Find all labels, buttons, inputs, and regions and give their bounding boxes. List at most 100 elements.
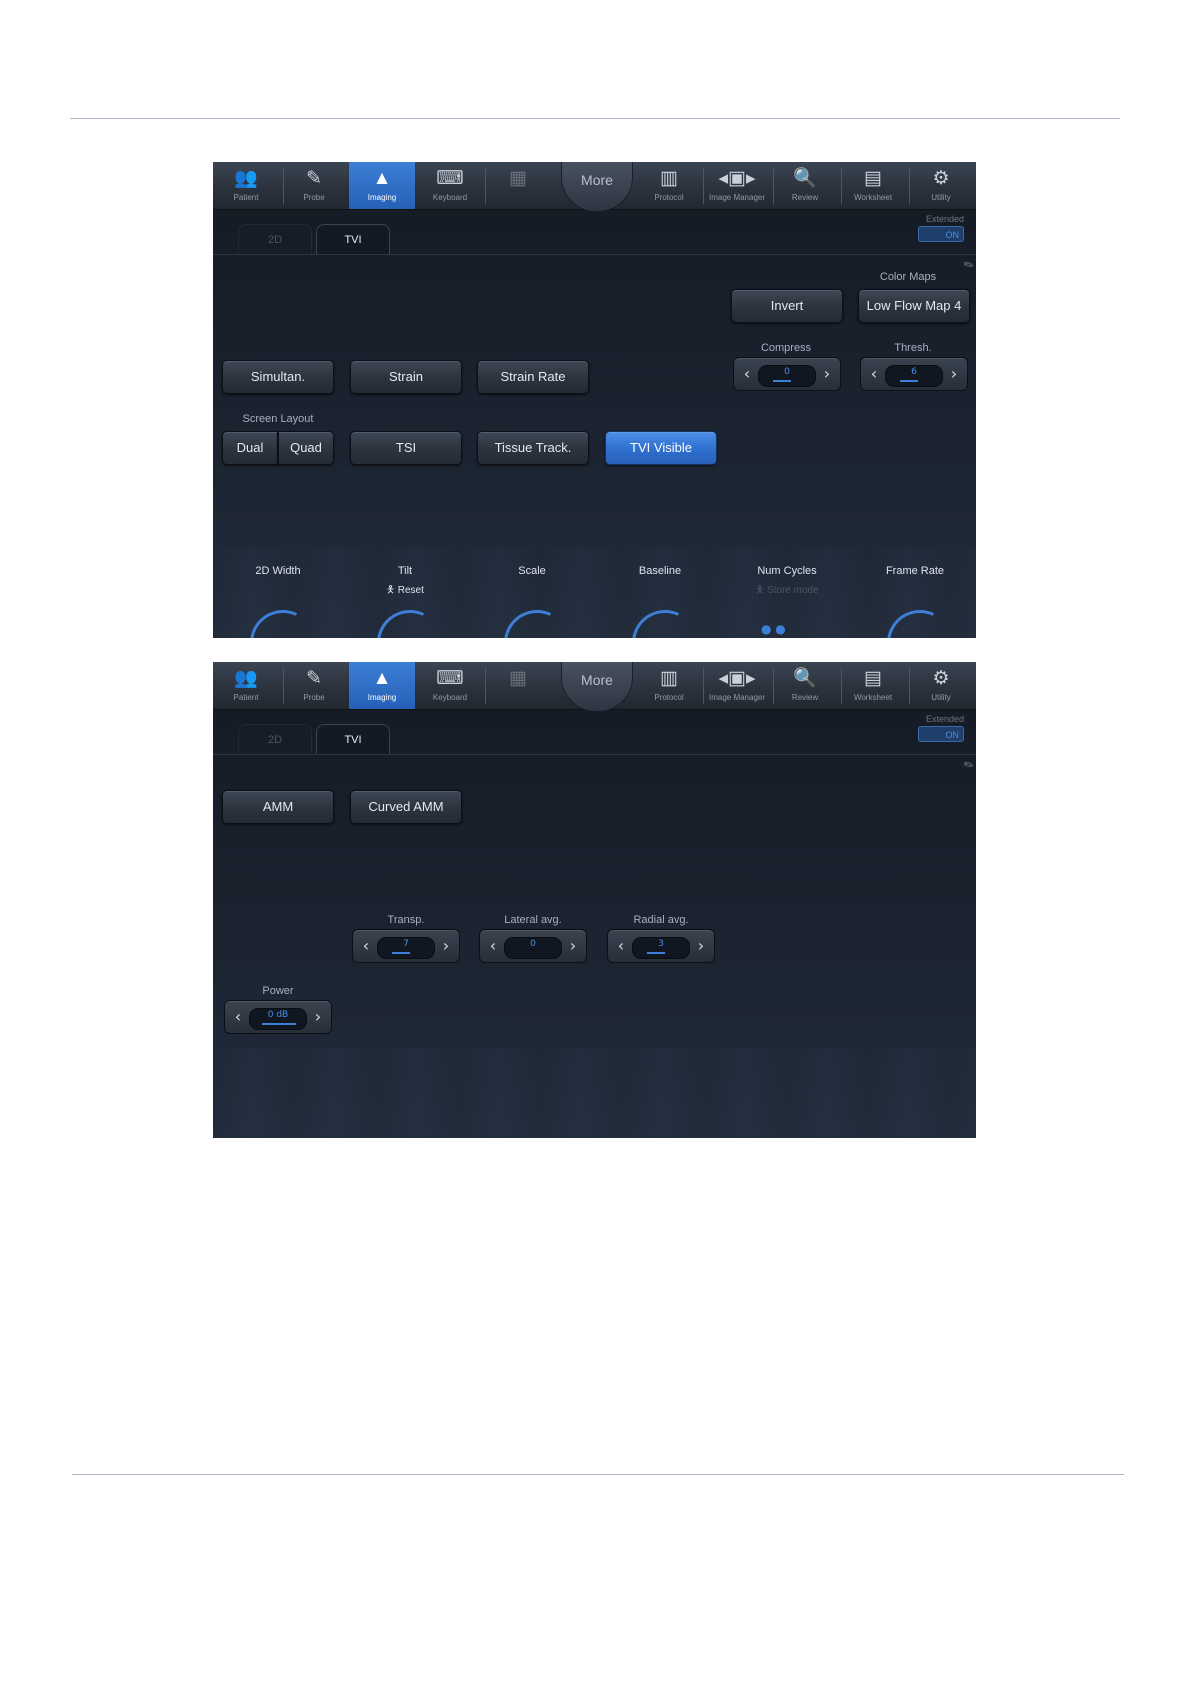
imaging-icon: ▲	[372, 168, 392, 189]
tvi-visible-button[interactable]: TVI Visible	[605, 431, 717, 465]
thresh-stepper: ‹ 6 ›	[860, 357, 968, 391]
power-increase-button[interactable]: ›	[307, 1001, 329, 1033]
lateral-increase-button[interactable]: ›	[562, 930, 584, 962]
transp-value-well: 7	[377, 937, 435, 959]
extended-toggle[interactable]: ON	[918, 226, 964, 242]
background-fan	[213, 1048, 976, 1138]
toolbar-probe[interactable]: ✎ Probe	[281, 662, 347, 709]
patient-icon: 👥	[234, 668, 258, 689]
thresh-increase-button[interactable]: ›	[943, 358, 965, 390]
radial-increase-button[interactable]: ›	[690, 930, 712, 962]
color-map-button[interactable]: Low Flow Map 4	[858, 289, 970, 323]
top-toolbar: 👥 Patient ✎ Probe ▲ Imaging ⌨ Keyboard ▦ Mor…	[213, 162, 976, 212]
person-icon: 🯅	[755, 585, 767, 596]
probe-corner-icon: ✎	[961, 256, 976, 274]
radial-decrease-button[interactable]: ‹	[610, 930, 632, 962]
num-cycles-knob-label: Num Cycles	[757, 565, 817, 577]
scale-knob-label: Scale	[518, 565, 546, 577]
probe-icon: ✎	[306, 168, 322, 189]
imaging-icon: ▲	[372, 668, 392, 689]
power-value-well: 0 dB	[249, 1008, 307, 1030]
toolbar-worksheet[interactable]: ▤ Worksheet	[840, 662, 906, 709]
power-decrease-button[interactable]: ‹	[227, 1001, 249, 1033]
toolbar-keyboard[interactable]: ⌨ Keyboard	[417, 662, 483, 709]
compress-value-well: 0	[758, 365, 816, 387]
toolbar-imaging[interactable]: ▲ Imaging	[349, 162, 415, 209]
compress-stepper: ‹ 0 ›	[733, 357, 841, 391]
invert-button[interactable]: Invert	[731, 289, 843, 323]
keyboard-icon: ⌨	[436, 668, 464, 689]
transp-decrease-button[interactable]: ‹	[355, 930, 377, 962]
toolbar-utility[interactable]: ⚙ Utility	[908, 662, 974, 709]
tab-tvi[interactable]: TVI	[316, 224, 390, 255]
toolbar-image[interactable]: ▦	[485, 162, 551, 209]
tab-divider	[213, 254, 976, 255]
worksheet-icon: ▤	[864, 668, 882, 689]
baseline-knob-label: Baseline	[638, 565, 682, 577]
keyboard-icon: ⌨	[436, 168, 464, 189]
thresh-label: Thresh.	[894, 342, 932, 354]
curved-amm-button[interactable]: Curved AMM	[350, 790, 462, 824]
toolbar-utility[interactable]: ⚙ Utility	[908, 162, 974, 209]
toolbar-imaging[interactable]: ▲ Imaging	[349, 662, 415, 709]
toolbar-probe[interactable]: ✎ Probe	[281, 162, 347, 209]
tissue-track-button[interactable]: Tissue Track.	[477, 431, 589, 465]
tab-divider	[213, 754, 976, 755]
strain-rate-button[interactable]: Strain Rate	[477, 360, 589, 394]
utility-icon: ⚙	[932, 668, 950, 689]
image-icon: ▦	[509, 168, 527, 189]
store-mode-label: 🯅 Store mode	[755, 585, 819, 596]
toolbar-image-manager[interactable]: ◂▣▸ Image Manager	[704, 162, 770, 209]
patient-icon: 👥	[234, 168, 258, 189]
review-icon: 🔍	[793, 168, 817, 189]
compress-decrease-button[interactable]: ‹	[736, 358, 758, 390]
toolbar-worksheet[interactable]: ▤ Worksheet	[840, 162, 906, 209]
toolbar-patient[interactable]: 👥 Patient	[213, 162, 279, 209]
extended-label: Extended	[925, 214, 964, 224]
dual-button[interactable]: Dual	[222, 431, 278, 465]
strain-button[interactable]: Strain	[350, 360, 462, 394]
image-manager-icon: ◂▣▸	[718, 168, 756, 189]
protocol-icon: ▥	[660, 168, 678, 189]
simultan-button[interactable]: Simultan.	[222, 360, 334, 394]
thresh-decrease-button[interactable]: ‹	[863, 358, 885, 390]
transp-increase-button[interactable]: ›	[435, 930, 457, 962]
radial-avg-label: Radial avg.	[633, 914, 689, 926]
probe-icon: ✎	[306, 668, 322, 689]
num-cycles-knob[interactable]: ● ●	[761, 622, 786, 636]
color-maps-label: Color Maps	[879, 271, 937, 283]
frame-rate-knob-label: Frame Rate	[885, 565, 945, 577]
tsi-button[interactable]: TSI	[350, 431, 462, 465]
tab-2d[interactable]: 2D	[238, 224, 312, 255]
power-label: Power	[262, 985, 294, 997]
compress-increase-button[interactable]: ›	[816, 358, 838, 390]
toolbar-patient[interactable]: 👥 Patient	[213, 662, 279, 709]
bottom-rule	[72, 1474, 1124, 1475]
tab-2d[interactable]: 2D	[238, 724, 312, 755]
tilt-reset-label: 🯅 Reset	[386, 585, 424, 596]
amm-button[interactable]: AMM	[222, 790, 334, 824]
toolbar-protocol[interactable]: ▥ Protocol	[636, 662, 702, 709]
extended-control: Extended ON	[918, 214, 964, 242]
tvi-panel-2: 👥 Patient ✎ Probe ▲ Imaging ⌨ Keyboard ▦ Mor…	[213, 662, 976, 1138]
compress-label: Compress	[760, 342, 812, 354]
extended-toggle[interactable]: ON	[918, 726, 964, 742]
more-button[interactable]: More	[561, 162, 633, 212]
quad-button[interactable]: Quad	[278, 431, 334, 465]
top-toolbar: 👥 Patient ✎ Probe ▲ Imaging ⌨ Keyboard ▦ Mor…	[213, 662, 976, 712]
lateral-avg-label: Lateral avg.	[504, 914, 562, 926]
toolbar-keyboard[interactable]: ⌨ Keyboard	[417, 162, 483, 209]
tab-tvi[interactable]: TVI	[316, 724, 390, 755]
more-button[interactable]: More	[561, 662, 633, 712]
toolbar-review[interactable]: 🔍 Review	[772, 162, 838, 209]
toolbar-protocol[interactable]: ▥ Protocol	[636, 162, 702, 209]
transp-stepper: ‹ 7 ›	[352, 929, 460, 963]
toolbar-image-manager[interactable]: ◂▣▸ Image Manager	[704, 662, 770, 709]
lateral-decrease-button[interactable]: ‹	[482, 930, 504, 962]
worksheet-icon: ▤	[864, 168, 882, 189]
thresh-value-well: 6	[885, 365, 943, 387]
toolbar-image[interactable]: ▦	[485, 662, 551, 709]
extended-control: Extended ON	[918, 714, 964, 742]
toolbar-review[interactable]: 🔍 Review	[772, 662, 838, 709]
lateral-value-well: 0	[504, 937, 562, 959]
